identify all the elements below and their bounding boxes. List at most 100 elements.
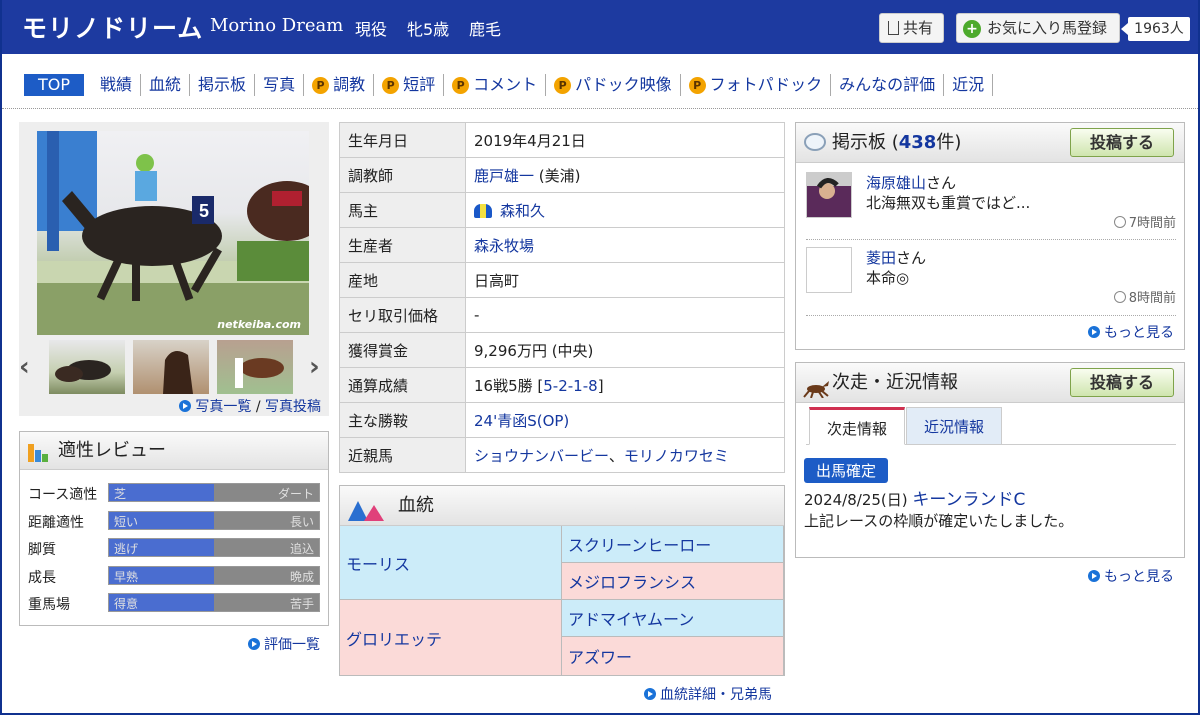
record-link[interactable]: 5-2-1-8 — [543, 377, 597, 395]
photo-thumbnail[interactable] — [133, 340, 209, 394]
tab-paddock-video[interactable]: P パドック映像 — [546, 74, 681, 96]
divider — [806, 239, 1176, 240]
fitness-label: 成長 — [28, 569, 56, 586]
post-comment[interactable]: 本命◎ — [866, 267, 909, 288]
relative-link[interactable]: モリノカワセミ — [624, 447, 729, 465]
tab-top[interactable]: TOP — [24, 74, 85, 96]
table-row: 通算成績 16戦5勝 [5-2-1-8] — [339, 367, 785, 403]
divider — [2, 108, 1198, 109]
list-item: 海原雄山さん 北海無双も重賞ではど... 7時間前 — [806, 172, 1176, 234]
panel-header: 次走・近況情報 投稿する — [796, 363, 1184, 403]
owner-link[interactable]: 森和久 — [500, 202, 545, 220]
tab-recent[interactable]: 近況 — [944, 74, 994, 96]
trainer-link[interactable]: 鹿戸雄一 — [474, 167, 534, 185]
breeder-link[interactable]: 森永牧場 — [474, 237, 534, 255]
thumbnail-image — [163, 351, 193, 394]
tab-results[interactable]: 戦績 — [92, 74, 142, 96]
photo-links: 写真一覧 / 写真投稿 — [179, 396, 321, 416]
race-message: 上記レースの枠順が確定いたしました。 — [804, 512, 1074, 530]
table-row: 産地 日高町 — [339, 262, 785, 298]
plus-icon: + — [963, 20, 981, 38]
tab-photo[interactable]: 写真 — [255, 74, 305, 96]
fitness-left-label: 早熟 — [114, 569, 139, 584]
tab-photo-paddock[interactable]: P フォトパドック — [681, 74, 832, 96]
next-race-panel: 次走・近況情報 投稿する 次走情報 近況情報 出馬確定 2024/8/25(日)… — [795, 362, 1185, 558]
pedigree-sire-dam[interactable]: メジロフランシス — [562, 563, 784, 600]
avatar[interactable] — [806, 172, 852, 218]
post-user-link[interactable]: 海原雄山 — [866, 174, 926, 192]
post-time: 7時間前 — [1113, 212, 1176, 231]
fitness-left-label: 得意 — [114, 597, 139, 611]
chevron-right-icon[interactable]: › — [309, 352, 320, 382]
photo-list-link[interactable]: 写真一覧 — [195, 399, 251, 415]
horse-photo-image: 5 — [37, 131, 327, 335]
pedigree-sire[interactable]: モーリス — [340, 526, 562, 600]
relative-link[interactable]: ショウナンバービー — [474, 447, 609, 465]
panel-title: 適性レビュー — [58, 440, 166, 461]
fitness-review-panel: 適性レビュー コース適性 芝 ダート 距離適性 短い 長い 脚質 逃げ 追込 成長 早熟 晩成 重馬場 得… — [19, 431, 329, 626]
share-button[interactable]: 共有 — [879, 13, 944, 43]
speech-bubble-icon — [804, 133, 826, 151]
table-row: 獲得賞金 9,296万円 (中央) — [339, 332, 785, 368]
ratings-list-link[interactable]: 評価一覧 — [264, 637, 320, 653]
silks-icon — [474, 203, 492, 218]
tab-pedigree[interactable]: 血統 — [141, 74, 191, 96]
pedigree-dam-dam[interactable]: アズワー — [562, 637, 784, 675]
table-row: 馬主 森和久 — [339, 192, 785, 228]
race-link[interactable]: キーンランドC — [912, 490, 1025, 510]
post-user-link[interactable]: 菱田 — [866, 249, 896, 267]
tab-recent-info[interactable]: 近況情報 — [906, 407, 1002, 445]
list-item: 菱田さん 本命◎ 8時間前 — [806, 247, 1176, 309]
arrow-circle-icon — [644, 688, 656, 700]
coat-text: 鹿毛 — [469, 20, 502, 39]
tab-short-review[interactable]: P 短評 — [374, 74, 445, 96]
chevron-left-icon[interactable]: ‹ — [19, 352, 30, 382]
board-count[interactable]: 438 — [899, 132, 937, 153]
panel-title: 掲示板 ( — [832, 132, 899, 153]
pedigree-dam-sire[interactable]: アドマイヤムーン — [562, 600, 784, 637]
tab-ratings[interactable]: みんなの評価 — [831, 74, 945, 96]
photo-thumbnail[interactable] — [49, 340, 125, 394]
bar-chart-icon — [28, 442, 50, 462]
premium-icon: P — [312, 76, 330, 94]
premium-icon: P — [554, 76, 572, 94]
favorite-button[interactable]: + お気に入り馬登録 — [956, 13, 1120, 43]
pedigree-dam[interactable]: グロリエッテ — [340, 600, 562, 675]
board-post-button[interactable]: 投稿する — [1070, 128, 1174, 157]
fitness-left-label: 逃げ — [114, 542, 139, 556]
fitness-right-label: 晩成 — [289, 569, 314, 584]
next-post-button[interactable]: 投稿する — [1070, 368, 1174, 397]
post-time: 8時間前 — [1113, 287, 1176, 306]
table-row: 主な勝鞍 24'青函S(OP) — [339, 402, 785, 438]
ratings-list-link-wrap: 評価一覧 — [248, 634, 320, 654]
photo-post-link[interactable]: 写真投稿 — [265, 399, 321, 415]
main-photo[interactable]: 5 netkeiba.com — [37, 131, 327, 335]
next-more-link[interactable]: もっと見る — [1104, 569, 1174, 585]
tab-comment[interactable]: P コメント — [444, 74, 547, 96]
photo-thumbnail[interactable] — [217, 340, 293, 394]
fitness-bar: 短い 長い — [108, 510, 320, 530]
tab-board[interactable]: 掲示板 — [190, 74, 256, 96]
panel-header: 適性レビュー — [20, 432, 328, 470]
fitness-bar: 逃げ 追込 — [108, 538, 320, 557]
arrow-circle-icon — [1088, 570, 1100, 582]
share-icon — [888, 21, 899, 35]
post-comment[interactable]: 北海無双も重賞ではど... — [866, 192, 1030, 213]
pedigree-sire-sire[interactable]: スクリーンヒーロー — [562, 526, 784, 563]
main-win-link[interactable]: 24'青函S(OP) — [474, 412, 569, 430]
tab-next-race[interactable]: 次走情報 — [809, 407, 905, 445]
tab-training[interactable]: P 調教 — [304, 74, 375, 96]
pedigree-panel: 血統 モーリス スクリーンヒーロー メジロフランシス グロリエッテ アドマイヤム… — [339, 485, 785, 676]
pedigree-detail-link[interactable]: 血統詳細・兄弟馬 — [660, 687, 772, 703]
board-more-link[interactable]: もっと見る — [1104, 325, 1174, 341]
fitness-right-label: 長い — [289, 514, 314, 529]
horse-nav: TOP 戦績 血統 掲示板 写真 P 調教 P 短評 P コメント P パドック映像 P… — [24, 70, 994, 100]
table-row: セリ取引価格 - — [339, 297, 785, 333]
avatar[interactable] — [806, 247, 852, 293]
photo-panel: 5 netkeiba.com ‹ › 写真一覧 / 写真投稿 — [19, 122, 329, 416]
table-row: 生年月日 2019年4月21日 — [339, 122, 785, 158]
panel-header: 血統 — [340, 486, 784, 526]
pedigree-link-wrap: 血統詳細・兄弟馬 — [644, 684, 772, 704]
race-date: 2024/8/25(日) — [804, 491, 913, 509]
profile-table: 生年月日 2019年4月21日 調教師 鹿戸雄一 (美浦) 馬主 森和久 生産者 森永牧… — [339, 122, 785, 473]
